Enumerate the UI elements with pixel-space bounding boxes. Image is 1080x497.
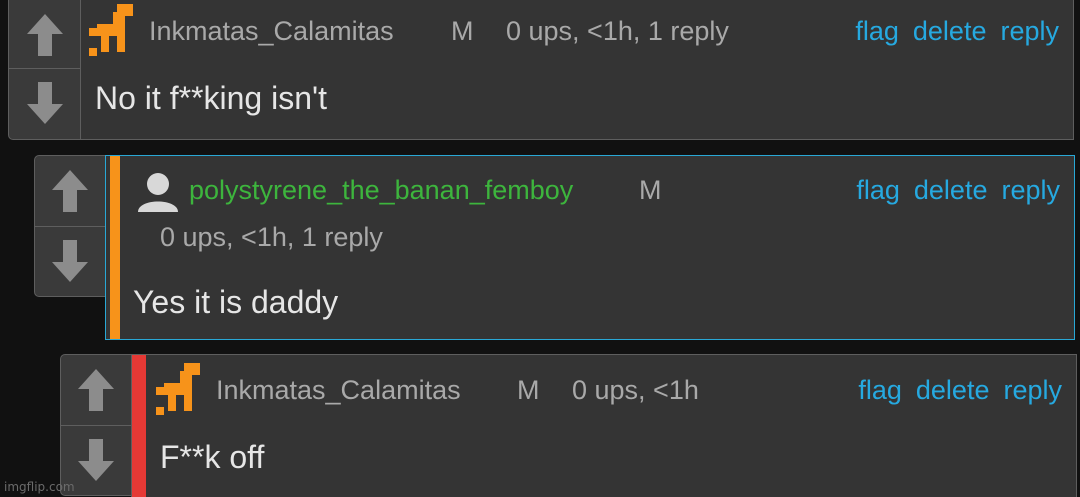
down-arrow-icon [52, 240, 88, 282]
comment-text: Yes it is daddy [133, 284, 339, 320]
reply-link[interactable]: reply [1003, 375, 1062, 405]
accent-bar [132, 355, 146, 497]
upvote-button[interactable] [61, 359, 131, 421]
comment-box: Inkmatas_Calamitas M 0 ups, <1h flag dele… [131, 354, 1077, 497]
comment-text: No it f**king isn't [95, 80, 327, 116]
reply-link[interactable]: reply [1001, 175, 1060, 205]
upvote-button[interactable] [9, 4, 81, 66]
flag-link[interactable]: flag [858, 375, 902, 405]
down-arrow-icon [27, 82, 63, 124]
comment-actions: flag delete reply [842, 175, 1060, 206]
comment-meta: 0 ups, <1h [572, 375, 699, 405]
comment-username[interactable]: Inkmatas_Calamitas [216, 375, 461, 406]
comment-box-highlighted: polystyrene_the_banan_femboy M flag delet… [105, 155, 1075, 340]
comment-1: Inkmatas_Calamitas M 0 ups, <1h, 1 reply… [8, 0, 1074, 140]
comment-meta: 0 ups, <1h, 1 reply [506, 16, 729, 46]
mod-badge: M [517, 375, 540, 405]
flag-link[interactable]: flag [855, 16, 899, 46]
down-arrow-icon [78, 439, 114, 481]
vote-divider [35, 226, 105, 227]
flag-link[interactable]: flag [856, 175, 900, 205]
comment-username[interactable]: Inkmatas_Calamitas [149, 16, 394, 47]
up-arrow-icon [27, 14, 63, 56]
reply-link[interactable]: reply [1000, 16, 1059, 46]
comment-text: F**k off [160, 439, 265, 475]
accent-bar [110, 156, 120, 339]
mod-badge: M [639, 175, 662, 205]
vote-column [60, 354, 132, 496]
vote-column [8, 0, 82, 140]
default-user-icon [138, 173, 178, 212]
delete-link[interactable]: delete [914, 175, 988, 205]
downvote-button[interactable] [9, 72, 81, 134]
comment-2: polystyrene_the_banan_femboy M flag delet… [34, 155, 1075, 341]
comment-box: Inkmatas_Calamitas M 0 ups, <1h, 1 reply… [80, 0, 1074, 140]
mod-badge: M [451, 16, 474, 46]
orange-dino-icon [89, 4, 133, 56]
comment-3: Inkmatas_Calamitas M 0 ups, <1h flag dele… [60, 354, 1078, 497]
up-arrow-icon [78, 369, 114, 411]
comment-username[interactable]: polystyrene_the_banan_femboy [189, 175, 573, 206]
up-arrow-icon [52, 170, 88, 212]
downvote-button[interactable] [35, 230, 105, 292]
delete-link[interactable]: delete [913, 16, 987, 46]
orange-dino-icon [156, 363, 200, 415]
comment-actions: flag delete reply [841, 16, 1059, 47]
upvote-button[interactable] [35, 160, 105, 222]
comment-meta: 0 ups, <1h, 1 reply [160, 222, 383, 252]
vote-divider [9, 68, 81, 69]
delete-link[interactable]: delete [916, 375, 990, 405]
watermark: imgflip.com [4, 480, 75, 494]
comment-actions: flag delete reply [844, 375, 1062, 406]
vote-column [34, 155, 106, 297]
vote-divider [61, 425, 131, 426]
